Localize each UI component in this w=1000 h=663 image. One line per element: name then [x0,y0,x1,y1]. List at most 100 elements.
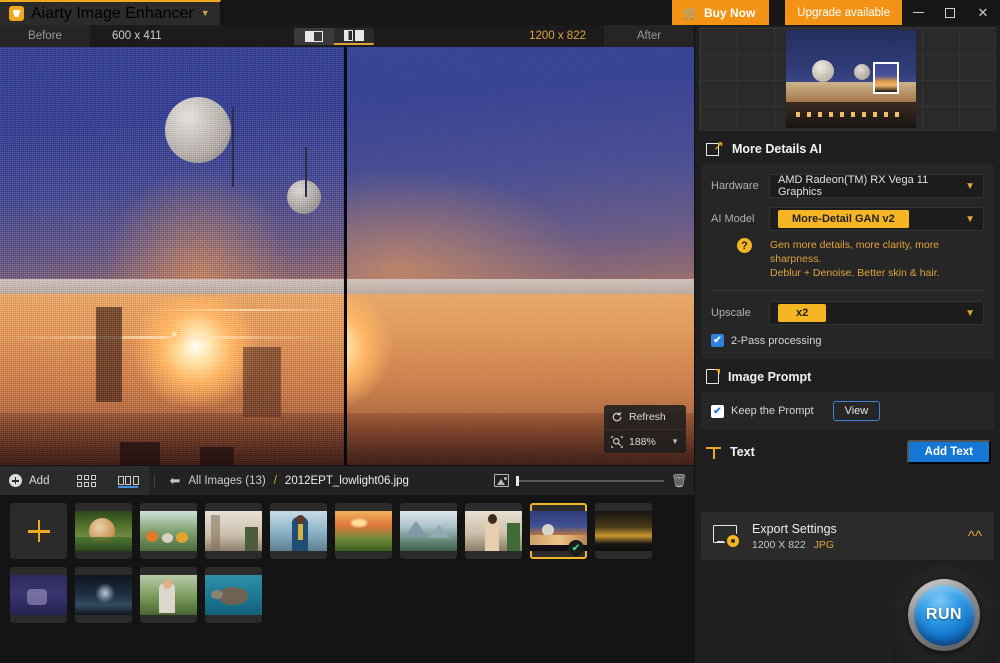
ai-model-value: More-Detail GAN v2 [778,210,909,228]
split-single-view-icon[interactable] [294,28,334,45]
refresh-button[interactable]: Refresh [604,405,686,429]
minimize-icon[interactable] [902,0,934,25]
breadcrumb-all-images[interactable]: All Images (13) [188,475,265,487]
titlebar-gap [769,0,786,25]
export-settings-title: Export Settings [752,521,837,536]
ai-model-select[interactable]: More-Detail GAN v2 ▼ [769,207,984,231]
maximize-icon[interactable] [934,0,966,25]
tiger-in-jungle [75,511,132,551]
two-pass-checkbox[interactable]: ✔ [711,334,724,347]
before-scene [0,47,344,465]
after-size-label: 1200 x 822 [529,30,586,42]
text-section-title: Text [730,445,755,459]
hardware-label: Hardware [711,180,759,192]
run-button-inner: RUN [913,584,975,646]
add-text-button[interactable]: Add Text [906,440,991,464]
question-mark-icon[interactable]: ? [737,238,752,253]
navigator-preview[interactable] [699,27,996,131]
filmstrip-view-icon[interactable] [107,466,149,496]
image-prompt-title: Image Prompt [728,369,812,384]
run-button-area[interactable]: RUN [892,563,996,663]
slider-knob[interactable] [516,475,519,486]
run-button[interactable]: RUN [908,579,980,651]
app-tab[interactable]: Aiarty Image Enhancer ▼ [0,0,221,25]
hint-line-1: Gen more details, more clarity, more sha… [770,239,940,265]
image-comparison-canvas[interactable]: Refresh 188% ▼ [0,47,694,465]
export-settings-texts: Export Settings 1200 X 822 JPG [752,522,837,551]
hardware-row: Hardware AMD Radeon(TM) RX Vega 11 Graph… [711,174,984,198]
after-header-group: 1200 x 822 After [507,25,694,47]
close-icon[interactable]: ✕ [966,0,1000,25]
child-outdoors [140,575,197,615]
chevron-down-icon[interactable]: ▼ [671,437,679,446]
viewer-header: Before 600 x 411 1200 x 822 After [0,25,694,47]
list-item[interactable] [205,567,262,623]
thumbnail-size-slider[interactable] [494,474,664,487]
export-settings-card[interactable]: Export Settings 1200 X 822 JPG ^^ [701,512,994,560]
text-tool-icon [706,445,721,460]
keep-prompt-row[interactable]: ✔ Keep the Prompt View [711,401,984,421]
chevron-down-icon: ▼ [965,307,975,319]
keep-prompt-checkbox[interactable]: ✔ [711,404,724,418]
list-item[interactable] [75,503,132,559]
add-thumbnail-tile[interactable] [10,503,67,559]
hardware-value: AMD Radeon(TM) RX Vega 11 Graphics [778,174,929,198]
check-icon: ✔ [568,540,584,556]
list-item[interactable] [400,503,457,559]
app-title: Aiarty Image Enhancer [31,4,194,22]
chevron-down-icon[interactable]: ▼ [201,9,210,18]
after-image-pane[interactable] [347,47,694,465]
window-controls: ✕ [902,0,1000,25]
breadcrumb: ⬅ All Images (13) / 2012EPT_lowlight06.j… [160,473,408,489]
ai-model-hint: Gen more details, more clarity, more sha… [770,238,984,280]
chevron-down-icon: ▼ [965,213,975,225]
comparison-divider[interactable] [344,47,347,465]
cart-icon: 🛒 [683,5,698,20]
plus-icon [27,520,50,542]
export-settings-icon [713,525,739,547]
list-item[interactable] [270,503,327,559]
upscale-select[interactable]: x2 ▼ [769,301,984,325]
grid-view-icon[interactable] [65,466,107,496]
export-settings-sub: 1200 X 822 JPG [752,539,837,551]
two-pass-label: 2-Pass processing [731,334,822,347]
list-item[interactable] [595,503,652,559]
add-images-button[interactable]: Add [0,465,66,496]
two-pass-processing-row[interactable]: ✔ 2-Pass processing [711,334,984,347]
app-window: Aiarty Image Enhancer ▼ 🛒 Buy Now Upgrad… [0,0,1000,663]
export-format: JPG [813,538,835,551]
zoom-control[interactable]: 188% ▼ [604,429,686,453]
list-item[interactable] [140,567,197,623]
before-image-pane[interactable] [0,47,344,465]
back-arrow-icon[interactable]: ⬅ [169,473,180,489]
list-item[interactable] [10,567,67,623]
list-item[interactable] [140,503,197,559]
after-scene [347,47,694,465]
list-item[interactable] [465,503,522,559]
buy-now-button[interactable]: 🛒 Buy Now [672,0,770,25]
title-bar: Aiarty Image Enhancer ▼ 🛒 Buy Now Upgrad… [0,0,1000,25]
before-tab[interactable]: Before [0,25,90,47]
ai-model-row: AI Model More-Detail GAN v2 ▼ [711,207,984,231]
list-item[interactable] [205,503,262,559]
after-tab[interactable]: After [604,25,694,47]
list-item[interactable]: ✔ [530,503,587,559]
ai-model-hint-row: ? Gen more details, more clarity, more s… [711,238,984,280]
trash-icon[interactable]: 🗑 [664,473,694,489]
viewer-floating-controls: Refresh 188% ▼ [604,405,686,453]
slider-track[interactable] [516,475,664,486]
aiarty-logo-icon [9,6,24,21]
list-item[interactable] [335,503,392,559]
more-details-ai-card: Hardware AMD Radeon(TM) RX Vega 11 Graph… [701,164,994,359]
upgrade-label: Upgrade available [797,6,890,19]
export-dimensions: 1200 X 822 [752,538,806,551]
view-prompt-button[interactable]: View [832,401,881,421]
hardware-select[interactable]: AMD Radeon(TM) RX Vega 11 Graphics ▼ [769,174,984,198]
purple-night-scene [10,575,67,615]
chevron-up-icon[interactable]: ^^ [968,529,982,544]
upscale-row: Upscale x2 ▼ [711,301,984,325]
list-item[interactable] [75,567,132,623]
split-dual-view-icon[interactable] [334,27,375,45]
navigator-viewport-rect[interactable] [873,62,899,94]
upgrade-available-button[interactable]: Upgrade available [785,0,902,25]
